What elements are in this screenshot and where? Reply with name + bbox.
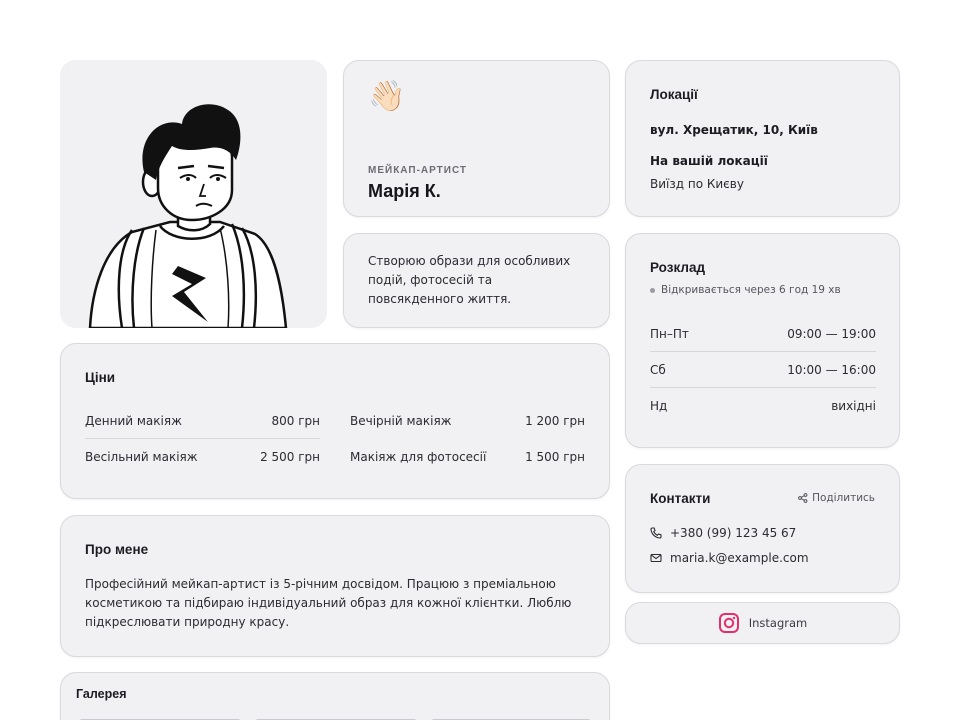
prices-card: Ціни Денний макіяж 800 грн Вечірній макі… xyxy=(60,343,610,499)
avatar-card xyxy=(60,60,327,328)
instagram-label: Instagram xyxy=(748,616,808,630)
on-site-note: Виїзд по Києву xyxy=(650,177,744,191)
contacts-title: Контакти xyxy=(650,491,711,506)
avatar-illustration xyxy=(60,60,327,328)
gallery-title: Галерея xyxy=(76,687,127,701)
share-label: Поділитись xyxy=(812,492,875,504)
about-card: Про мене Професійний мейкап-артист із 5-… xyxy=(60,515,610,657)
price-row: Макіяж для фотосесії 1 500 грн xyxy=(350,439,585,475)
schedule-row: Пн–Пт 09:00 — 19:00 xyxy=(650,316,876,352)
locations-title: Локації xyxy=(650,87,698,102)
schedule-day: Нд xyxy=(650,399,668,413)
schedule-card: Розклад Відкривається через 6 год 19 хв … xyxy=(625,233,900,448)
contacts-card: Контакти Поділитись +380 (99) 123 45 67 … xyxy=(625,464,900,593)
schedule-hours: 09:00 — 19:00 xyxy=(787,326,876,341)
schedule-day: Пн–Пт xyxy=(650,326,689,341)
instagram-icon xyxy=(718,613,739,633)
price-label: Макіяж для фотосесії xyxy=(350,450,487,464)
price-value: 1 200 грн xyxy=(525,414,585,428)
price-row: Вечірній макіяж 1 200 грн xyxy=(350,403,585,439)
price-value: 800 грн xyxy=(271,413,321,428)
email-contact[interactable]: maria.k@example.com xyxy=(650,551,809,565)
schedule-row: Нд вихідні xyxy=(650,388,876,424)
locations-card: Локації вул. Хрещатик, 10, Київ На вашій… xyxy=(625,60,900,217)
status-dot-icon xyxy=(650,287,655,293)
schedule-hours: вихідні xyxy=(831,399,876,413)
share-icon xyxy=(798,493,808,503)
open-status: Відкривається через 6 год 19 хв xyxy=(650,284,841,296)
phone-icon xyxy=(650,527,662,539)
schedule-title: Розклад xyxy=(650,260,706,275)
wave-emoji: 👋🏻 xyxy=(368,79,406,114)
price-row: Денний макіяж 800 грн xyxy=(85,403,320,439)
gallery-card: Галерея xyxy=(60,672,610,720)
share-button[interactable]: Поділитись xyxy=(798,492,875,504)
price-label: Весільний макіяж xyxy=(85,450,198,464)
email-address: maria.k@example.com xyxy=(670,551,809,565)
profile-name: Марія К. xyxy=(368,181,441,201)
price-label: Денний макіяж xyxy=(85,413,182,428)
status-text: Відкривається через 6 год 19 хв xyxy=(661,284,841,296)
bio-text: Створюю образи для особливих подій, фото… xyxy=(368,254,571,306)
bio-card: Створюю образи для особливих подій, фото… xyxy=(343,233,610,328)
profile-card: 👋🏻 МЕЙКАП-АРТИСТ Марія К. xyxy=(343,60,610,217)
schedule-hours: 10:00 — 16:00 xyxy=(787,362,876,377)
phone-contact[interactable]: +380 (99) 123 45 67 xyxy=(650,526,796,540)
mail-icon xyxy=(650,553,662,563)
prices-title: Ціни xyxy=(85,370,116,385)
price-row: Весільний макіяж 2 500 грн xyxy=(85,439,320,475)
role-label: МЕЙКАП-АРТИСТ xyxy=(368,165,468,176)
price-value: 2 500 грн xyxy=(260,450,320,464)
about-text: Професійний мейкап-артист із 5-річним до… xyxy=(85,577,572,629)
on-site-label: На вашій локації xyxy=(650,154,768,168)
price-value: 1 500 грн xyxy=(525,450,585,464)
schedule-day: Сб xyxy=(650,362,666,377)
price-label: Вечірній макіяж xyxy=(350,414,452,428)
schedule-row: Сб 10:00 — 16:00 xyxy=(650,352,876,388)
instagram-button[interactable]: Instagram xyxy=(625,602,900,644)
phone-number: +380 (99) 123 45 67 xyxy=(670,526,797,540)
location-address: вул. Хрещатик, 10, Київ xyxy=(650,123,818,137)
about-title: Про мене xyxy=(85,542,149,557)
